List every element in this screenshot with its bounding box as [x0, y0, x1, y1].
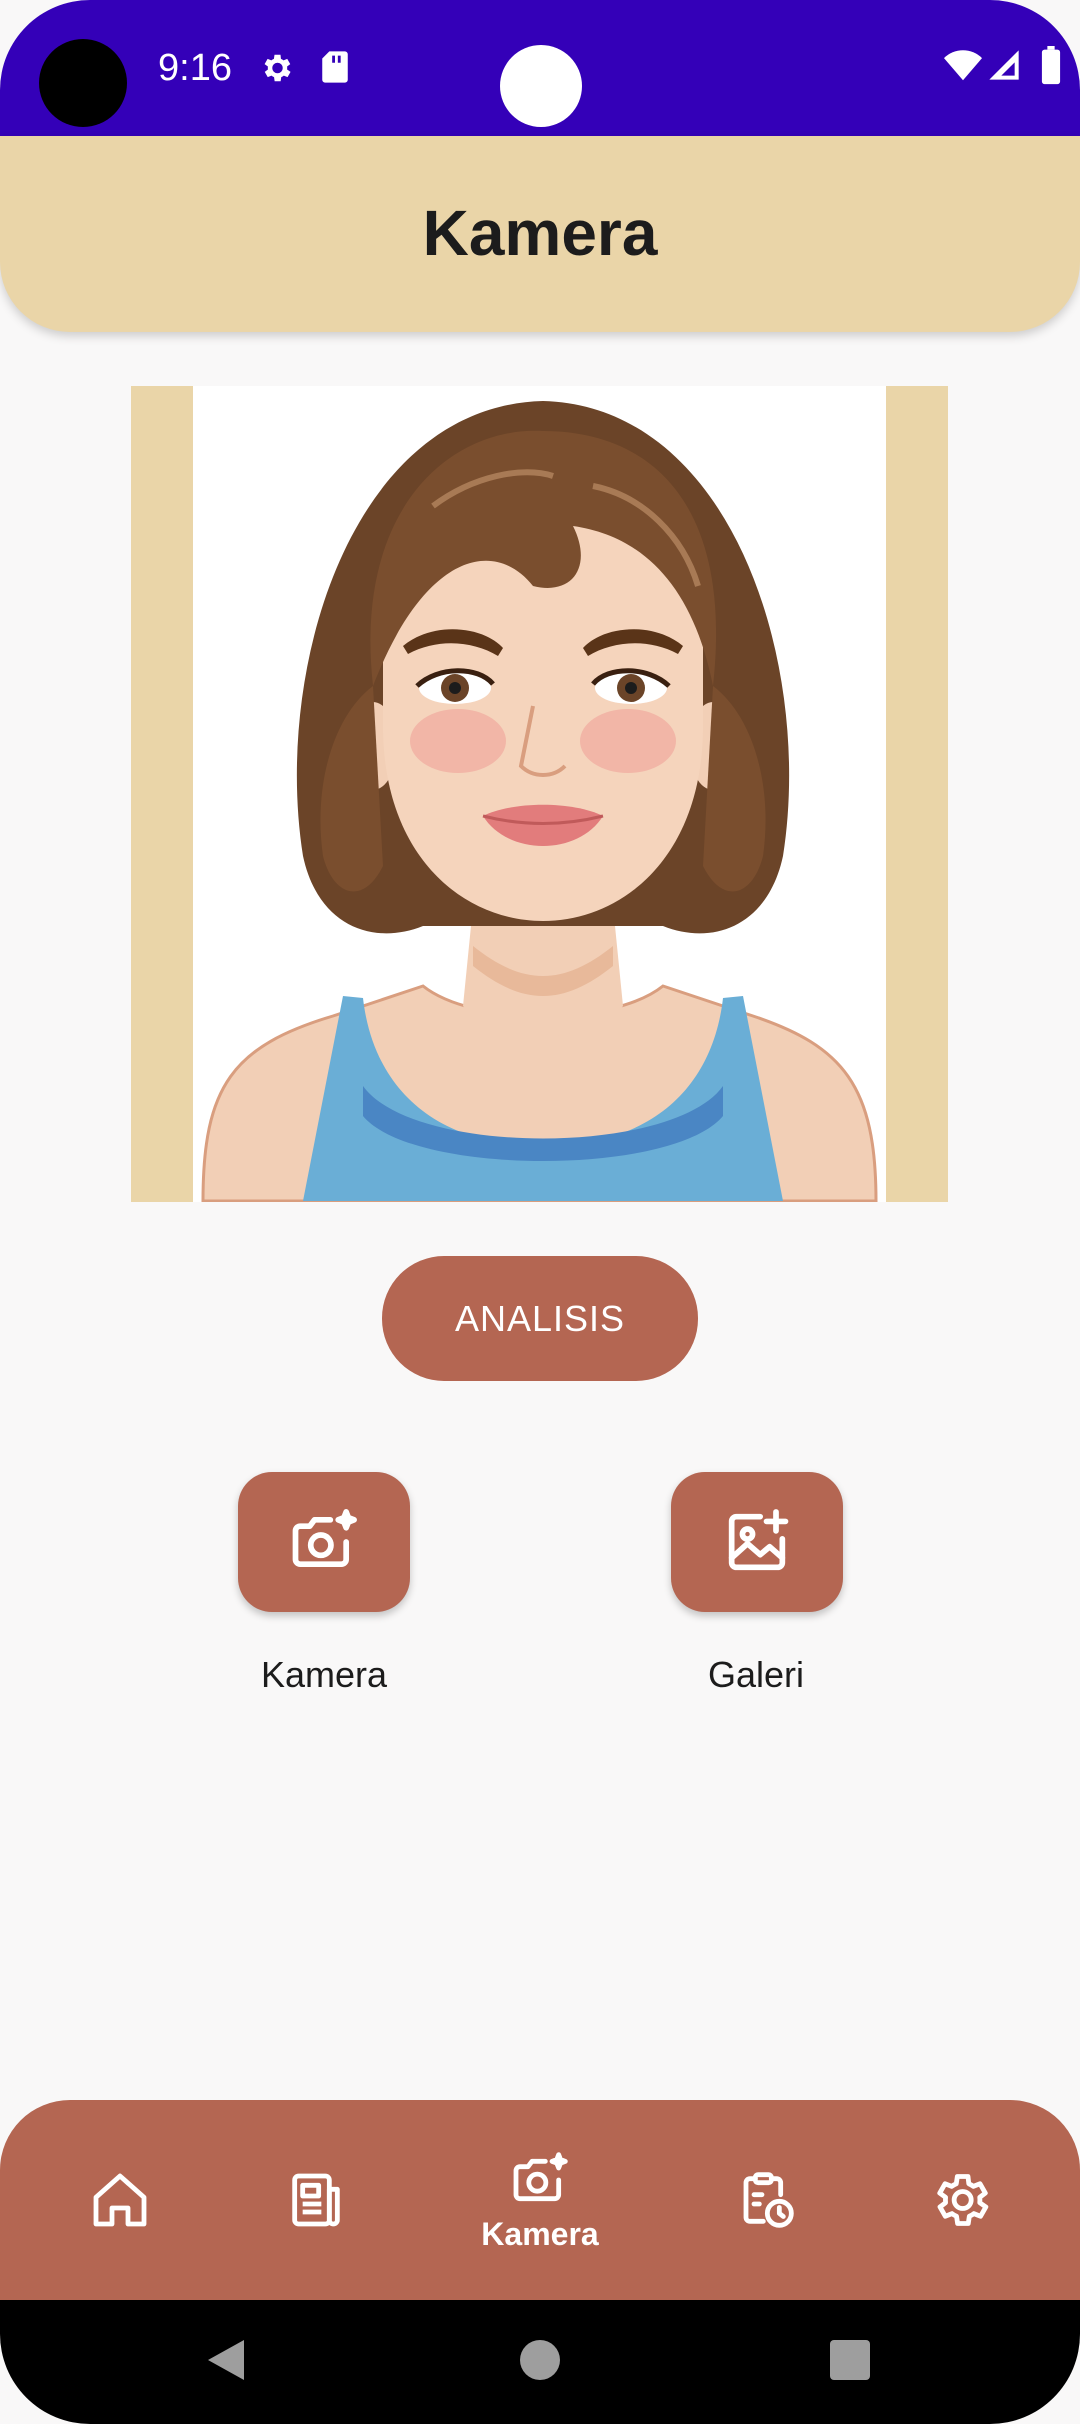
system-navigation-bar — [0, 2300, 1080, 2424]
image-preview-frame — [131, 386, 948, 1203]
camera-sparkle-icon — [292, 1509, 357, 1568]
wifi-icon — [944, 50, 982, 81]
camera-sensor-dot — [500, 45, 582, 127]
bottom-navigation: Kamera — [0, 2100, 1080, 2300]
gallery-button-label: Galeri — [707, 1654, 805, 1695]
settings-icon — [937, 2174, 989, 2226]
image-preview — [193, 386, 886, 1203]
back-icon[interactable] — [204, 2336, 248, 2384]
app-bar: Kamera — [0, 136, 1080, 332]
home-icon — [93, 2173, 147, 2227]
gallery-button[interactable] — [671, 1472, 843, 1612]
nav-item-settings[interactable] — [880, 2100, 1040, 2300]
news-icon — [292, 2173, 340, 2227]
analyze-button[interactable]: ANALISIS — [382, 1256, 698, 1381]
sd-card-icon — [322, 51, 348, 83]
face-illustration — [201, 401, 878, 1203]
nav-item-news[interactable] — [236, 2100, 396, 2300]
phone-screen: 9:16 Kamera ANALISIS Kamera Galeri Kamer… — [0, 0, 1080, 2424]
home-nav-button[interactable] — [520, 2340, 560, 2380]
camera-sparkle-icon — [513, 2151, 568, 2201]
nav-item-camera-label: Kamera — [481, 2215, 599, 2252]
camera-button-label: Kamera — [260, 1654, 388, 1695]
calendar-clock-icon — [743, 2172, 794, 2228]
page-title: Kamera — [422, 197, 658, 269]
front-camera-cutout — [39, 39, 127, 127]
camera-button[interactable] — [238, 1472, 410, 1612]
nav-item-history[interactable] — [686, 2100, 846, 2300]
status-time: 9:16 — [158, 47, 232, 89]
gallery-add-icon — [728, 1509, 789, 1571]
recent-apps-button[interactable] — [830, 2340, 870, 2380]
signal-icon — [989, 50, 1019, 80]
battery-icon — [1041, 46, 1061, 85]
nav-item-camera[interactable]: Kamera — [460, 2100, 620, 2300]
nav-item-home[interactable] — [40, 2100, 200, 2300]
status-bar: 9:16 — [0, 0, 1080, 136]
gear-icon — [264, 54, 291, 82]
